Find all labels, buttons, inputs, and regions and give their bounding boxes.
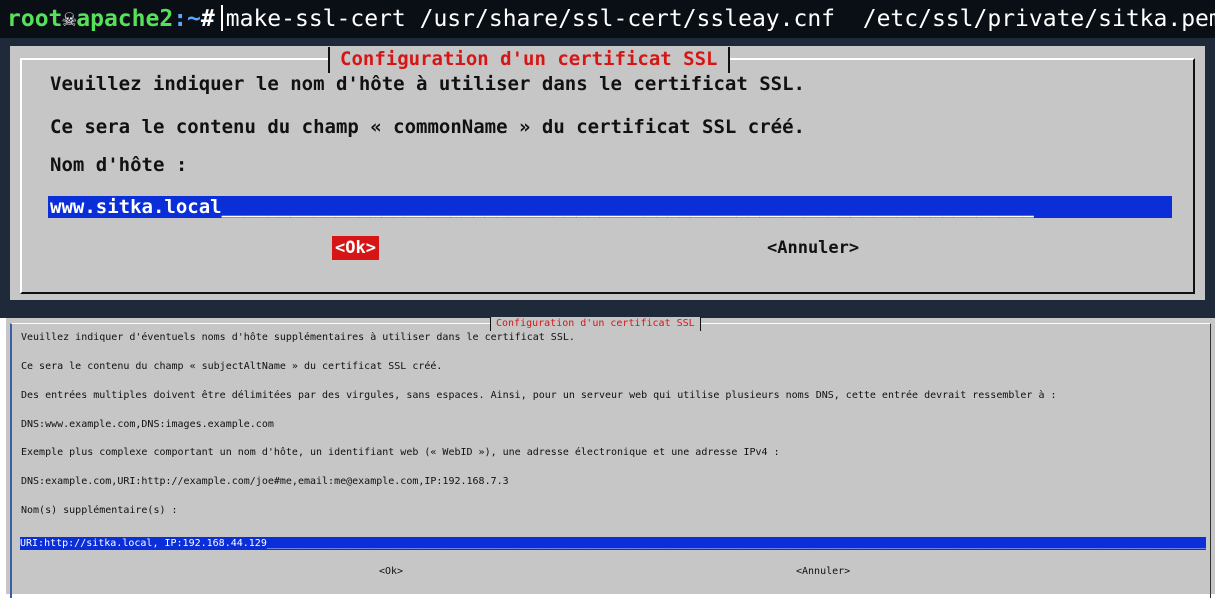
command-text[interactable]: make-ssl-cert /usr/share/ssl-cert/ssleay…	[226, 6, 1215, 32]
altname-dialog: Configuration d'un certificat SSL Veuill…	[6, 317, 1215, 598]
multi-entry-note: Des entrées multiples doivent être délim…	[21, 390, 1057, 401]
prompt-char: #	[200, 6, 215, 32]
dialog-description: Ce sera le contenu du champ « commonName…	[50, 116, 805, 138]
altname-value: URI:http://sitka.local, IP:192.168.44.12…	[20, 538, 267, 549]
dialog-title: Configuration d'un certificat SSL	[490, 317, 701, 331]
skull-icon: ☠	[62, 6, 77, 32]
altname-label: Nom(s) supplémentaire(s) :	[21, 505, 178, 516]
dns-example: DNS:www.example.com,DNS:images.example.c…	[21, 419, 274, 430]
input-fill: ________________________________________…	[266, 538, 1206, 549]
command-prompt: root☠apache2:~# make-ssl-cert /usr/share/…	[0, 0, 1215, 38]
dialog-instruction: Veuillez indiquer d'éventuels noms d'hôt…	[21, 332, 575, 343]
hostname-value: www.sitka.local	[50, 196, 222, 218]
ok-button[interactable]: <Ok>	[332, 236, 379, 260]
cancel-button[interactable]: <Annuler>	[767, 236, 859, 260]
cancel-button[interactable]: <Annuler>	[796, 566, 850, 577]
prompt-path: :~	[173, 6, 201, 32]
dialog-instruction: Veuillez indiquer le nom d'hôte à utilis…	[50, 73, 805, 95]
complex-example-note: Exemple plus complexe comportant un nom …	[21, 447, 780, 458]
text-cursor	[220, 5, 223, 31]
terminal-window: root☠apache2:~# make-ssl-cert /usr/share/…	[0, 0, 1215, 318]
ok-button[interactable]: <Ok>	[379, 566, 403, 577]
dialog-description: Ce sera le contenu du champ « subjectAlt…	[21, 361, 443, 372]
prompt-user: root	[7, 6, 63, 32]
hostname-input[interactable]: www.sitka.local_________________________…	[48, 196, 1172, 218]
hostname-dialog: Configuration d'un certificat SSL Veuill…	[10, 46, 1205, 300]
input-fill: ________________________________________…	[221, 196, 1034, 218]
hostname-label: Nom d'hôte :	[50, 154, 188, 176]
altname-input[interactable]: URI:http://sitka.local, IP:192.168.44.12…	[20, 537, 1206, 550]
complex-example: DNS:example.com,URI:http://example.com/j…	[21, 476, 509, 487]
dialog-title: Configuration d'un certificat SSL	[328, 47, 730, 73]
prompt-host: apache2	[76, 6, 174, 32]
